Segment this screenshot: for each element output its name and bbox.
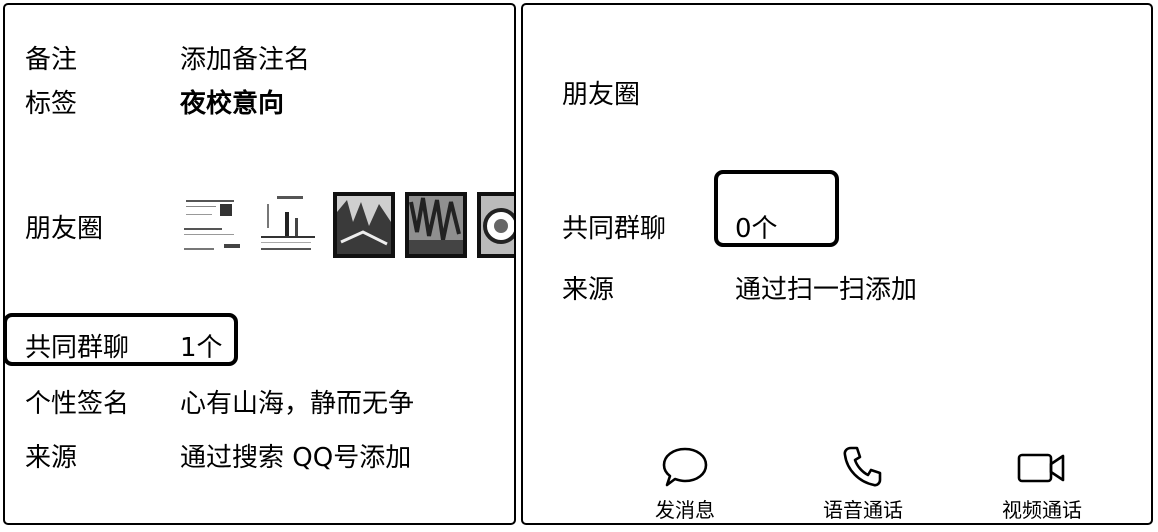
chat-bubble-icon xyxy=(662,447,708,487)
moments-thumbnail-3[interactable] xyxy=(333,192,395,258)
tag-label: 标签 xyxy=(25,89,78,119)
moments-label: 朋友圈 xyxy=(562,80,641,110)
common-groups-highlight xyxy=(5,313,238,366)
remark-value: 添加备注名 xyxy=(180,45,311,75)
source-value: 通过扫一扫添加 xyxy=(735,275,918,305)
moments-thumbnail-5[interactable] xyxy=(477,192,514,258)
phone-icon xyxy=(843,446,882,487)
moments-thumbnail-4[interactable] xyxy=(405,192,467,258)
source-label: 来源 xyxy=(562,275,615,305)
moments-label: 朋友圈 xyxy=(25,214,104,244)
voice-call-button[interactable]: 语音通话 xyxy=(788,445,938,523)
common-groups-highlight xyxy=(714,170,839,247)
moments-thumbnail-1[interactable] xyxy=(180,192,242,258)
contact-profile-panel-right: 朋友圈 共同群聊 0个 来源 通过扫一扫添加 发消息 语音通话 视频通话 xyxy=(521,3,1153,525)
video-camera-icon xyxy=(1017,453,1065,483)
tag-value: 夜校意向 xyxy=(180,89,285,119)
send-message-button[interactable]: 发消息 xyxy=(610,445,760,523)
signature-value: 心有山海，静而无争 xyxy=(180,389,415,419)
video-call-button[interactable]: 视频通话 xyxy=(967,445,1117,523)
source-label: 来源 xyxy=(25,443,78,473)
signature-label: 个性签名 xyxy=(25,389,130,419)
voice-call-label: 语音通话 xyxy=(823,498,903,522)
common-groups-label: 共同群聊 xyxy=(562,214,667,244)
video-call-label: 视频通话 xyxy=(1002,498,1082,522)
contact-profile-panel-left: 备注 添加备注名 标签 夜校意向 朋友圈 共同群聊 1个 个性签名 心有山海，静… xyxy=(3,3,516,525)
moments-thumbnail-2[interactable] xyxy=(257,192,319,258)
send-message-label: 发消息 xyxy=(655,498,715,522)
source-value: 通过搜索 QQ号添加 xyxy=(180,443,412,473)
remark-label: 备注 xyxy=(25,45,78,75)
